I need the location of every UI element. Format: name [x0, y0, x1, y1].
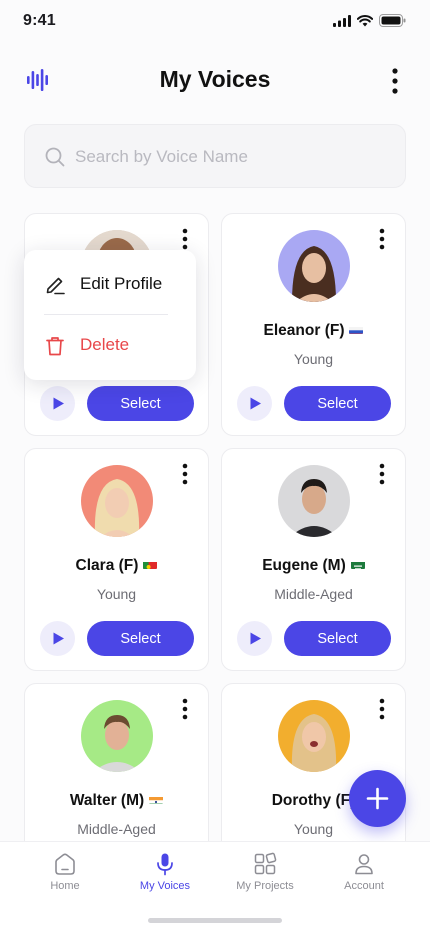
- projects-grid-icon: [254, 852, 277, 875]
- saudi-arabia-flag-icon: [350, 559, 365, 569]
- tab-label: My Voices: [139, 880, 191, 892]
- voice-name: Clara (F): [25, 557, 208, 575]
- search-bar[interactable]: [24, 124, 406, 188]
- search-icon: [45, 147, 65, 167]
- play-icon: [250, 397, 261, 410]
- home-indicator: [148, 918, 282, 923]
- voice-name: Eugene (M): [222, 557, 405, 575]
- user-icon: [355, 854, 373, 875]
- menu-divider: [44, 314, 168, 315]
- portugal-flag-icon: [143, 559, 158, 569]
- avatar: [278, 465, 350, 537]
- search-input[interactable]: [75, 137, 385, 177]
- voice-card[interactable]: Clara (F) Young Select: [24, 448, 209, 671]
- pencil-icon: [46, 277, 65, 295]
- card-more-options-icon[interactable]: [377, 698, 387, 720]
- play-sample-button[interactable]: [237, 386, 272, 421]
- wifi-icon: [357, 14, 373, 26]
- microphone-icon: [157, 853, 173, 876]
- tab-my-voices[interactable]: My Voices: [115, 852, 215, 902]
- status-bar: 9:41: [0, 0, 430, 44]
- edit-profile-menu-item[interactable]: Edit Profile: [24, 256, 196, 314]
- edit-profile-label: Edit Profile: [80, 274, 163, 293]
- card-more-options-icon[interactable]: [377, 228, 387, 250]
- voice-age: Middle-Aged: [274, 586, 353, 602]
- status-icons: [333, 14, 406, 27]
- tab-account[interactable]: Account: [314, 852, 414, 902]
- tab-label: My Projects: [236, 880, 294, 892]
- voice-age: Middle-Aged: [77, 821, 156, 837]
- plus-icon: [366, 787, 389, 810]
- play-sample-button[interactable]: [237, 621, 272, 656]
- card-more-options-icon[interactable]: [180, 228, 190, 250]
- tab-my-projects[interactable]: My Projects: [215, 852, 315, 902]
- avatar: [81, 465, 153, 537]
- status-time: 9:41: [23, 12, 56, 29]
- home-icon: [55, 853, 75, 875]
- app-header: My Voices: [0, 56, 430, 104]
- voice-name: Walter (M): [25, 792, 208, 810]
- add-voice-button[interactable]: [349, 770, 406, 827]
- play-sample-button[interactable]: [40, 386, 75, 421]
- voice-card[interactable]: Eleanor (F) Young Select: [221, 213, 406, 436]
- avatar: [278, 700, 350, 772]
- tab-label: Account: [344, 880, 384, 892]
- more-options-icon[interactable]: [390, 68, 400, 94]
- play-icon: [53, 397, 64, 410]
- play-sample-button[interactable]: [40, 621, 75, 656]
- voice-name: Eleanor (F): [222, 322, 405, 340]
- delete-label: Delete: [80, 335, 130, 354]
- play-icon: [53, 632, 64, 645]
- russia-flag-icon: [349, 324, 364, 334]
- delete-menu-item[interactable]: Delete: [24, 317, 196, 375]
- play-icon: [250, 632, 261, 645]
- card-more-options-icon[interactable]: [377, 463, 387, 485]
- card-more-options-icon[interactable]: [180, 463, 190, 485]
- voice-age: Young: [293, 351, 334, 367]
- tab-label: Home: [50, 880, 80, 892]
- avatar: [81, 700, 153, 772]
- battery-icon: [379, 14, 406, 27]
- card-more-options-icon[interactable]: [180, 698, 190, 720]
- page-title: My Voices: [159, 66, 271, 92]
- avatar: [278, 230, 350, 302]
- select-voice-button[interactable]: Select: [87, 621, 194, 656]
- voice-age: Young: [96, 586, 137, 602]
- cellular-signal-icon: [333, 14, 351, 27]
- trash-icon: [46, 337, 64, 356]
- select-voice-button[interactable]: Select: [284, 621, 391, 656]
- select-voice-button[interactable]: Select: [284, 386, 391, 421]
- card-context-menu: Edit Profile Delete: [24, 250, 196, 380]
- voice-card[interactable]: Eugene (M) Middle-Aged Select: [221, 448, 406, 671]
- tab-home[interactable]: Home: [15, 852, 115, 902]
- india-flag-icon: [149, 794, 164, 804]
- select-voice-button[interactable]: Select: [87, 386, 194, 421]
